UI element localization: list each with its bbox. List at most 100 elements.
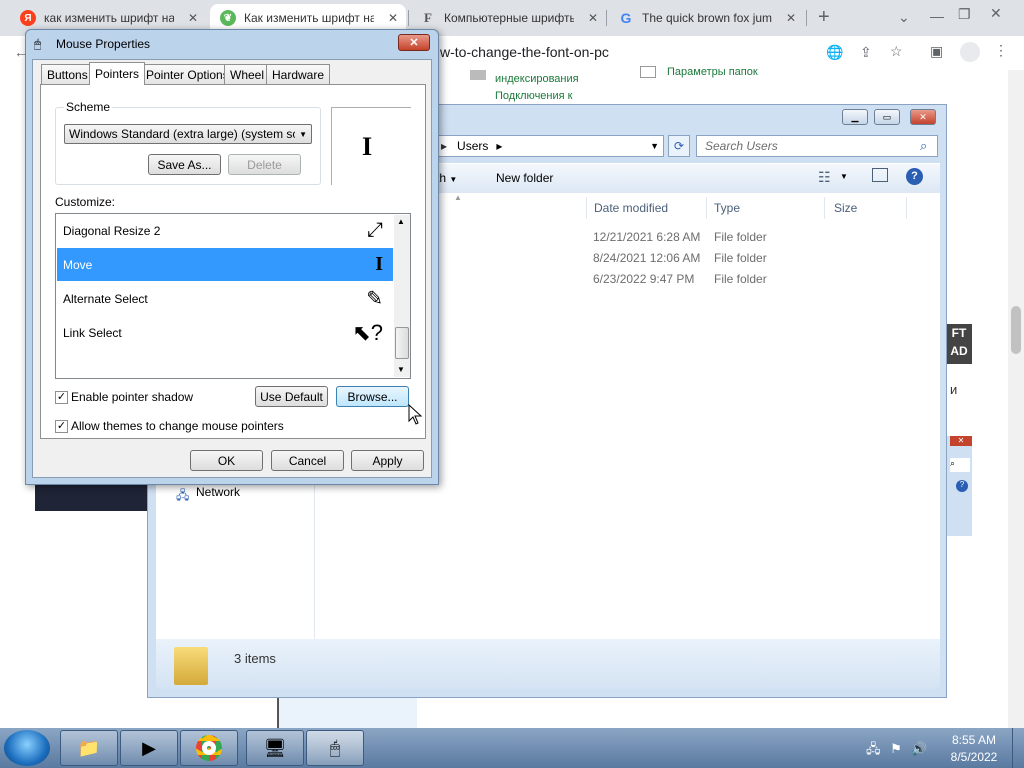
row-3-date[interactable]: 6/23/2022 9:47 PM [593,272,694,286]
restore-icon[interactable]: ❐ [958,6,971,23]
help-icon[interactable]: ? [906,168,923,185]
taskbar-explorer-button[interactable]: 📁 [60,730,118,766]
tab-pointers[interactable]: Pointers [89,62,146,85]
list-scrollbar[interactable]: ▲ ▼ [394,215,410,377]
bookmark-star-icon[interactable]: ☆ [890,43,903,60]
nav-network[interactable]: Network [196,485,240,499]
pointer-row-diagonal-resize-2[interactable]: Diagonal Resize 2 ⤢ [57,214,393,247]
page-link-connections[interactable]: Подключения к [495,90,572,102]
scheme-select[interactable]: Windows Standard (extra large) (system s… [64,124,312,144]
view-dropdown-icon[interactable]: ▼ [840,172,848,181]
tab-buttons[interactable]: Buttons [41,64,94,84]
column-size[interactable]: Size [834,201,857,215]
search-icon[interactable]: ⌕ [920,138,927,154]
page-link-folder-options[interactable]: Параметры папок [667,66,758,78]
explorer-close-button[interactable]: ✕ [910,109,936,125]
delete-button[interactable]: Delete [228,154,301,175]
preview-pane-icon[interactable] [872,168,888,182]
pointer-row-move[interactable]: Move I [57,248,393,281]
scroll-down-icon[interactable]: ▼ [397,365,405,374]
browser-tab-4[interactable]: G The quick brown fox jum ✕ [608,4,804,32]
explorer-maximize-button[interactable]: ▭ [874,109,900,125]
indexing-icon [470,70,486,80]
clock[interactable]: 8:55 AM 8/5/2022 [944,732,1004,766]
taskbar-mouse-button[interactable]: 🖱 [306,730,364,766]
column-divider[interactable] [586,197,587,219]
folder-icon [174,647,208,685]
column-date-modified[interactable]: Date modified [594,201,668,215]
column-divider[interactable] [824,197,825,219]
browser-tab-1[interactable]: Я как изменить шрифт на ✕ [10,4,206,32]
share-icon[interactable]: ⇪ [860,44,872,61]
apply-button[interactable]: Apply [351,450,424,471]
page-scrollbar[interactable] [1008,70,1024,730]
allow-themes-checkbox[interactable]: ✓ [55,420,68,433]
sort-indicator-icon: ▲ [454,193,462,202]
network-icon: 🖧 [176,488,190,502]
ok-button[interactable]: OK [190,450,263,471]
browser-tab-2[interactable]: ❦ Как изменить шрифт на ✕ [210,4,406,32]
taskbar-chrome-button[interactable] [180,730,238,766]
close-icon[interactable]: ✕ [990,5,1002,22]
view-options-icon[interactable]: ☷ [818,169,831,186]
explorer-address-bar[interactable]: ▸ Users ▸ ▼ [436,135,664,157]
show-desktop-button[interactable] [1012,728,1024,768]
row-2-type[interactable]: File folder [714,251,767,265]
pointer-row-link-select[interactable]: Link Select ⬉? [57,316,393,349]
browser-tab-3[interactable]: F Компьютерные шрифты ✕ [410,4,606,32]
pointer-customize-list[interactable]: Diagonal Resize 2 ⤢ Move I Alternate Sel… [55,213,411,379]
scroll-up-icon[interactable]: ▲ [397,217,405,226]
url-text[interactable]: w-to-change-the-font-on-pc [440,44,609,60]
tab-close-icon[interactable]: ✕ [588,11,598,25]
volume-icon[interactable]: 🔊 [911,741,927,756]
side-panel-icon[interactable]: ▣ [930,43,943,60]
scheme-label: Scheme [64,100,113,114]
new-tab-button[interactable]: + [818,6,830,29]
row-1-type[interactable]: File folder [714,230,767,244]
use-default-button[interactable]: Use Default [255,386,328,407]
menu-kebab-icon[interactable]: ⋮ [994,42,1008,59]
start-button[interactable] [4,730,50,766]
row-3-type[interactable]: File folder [714,272,767,286]
cancel-button[interactable]: Cancel [271,450,344,471]
tab-close-icon[interactable]: ✕ [188,11,198,25]
column-divider[interactable] [906,197,907,219]
enable-shadow-checkbox[interactable]: ✓ [55,391,68,404]
tab-pointer-options[interactable]: Pointer Options [140,64,235,84]
taskbar-control-panel-button[interactable]: 🖥 [246,730,304,766]
allow-themes-label[interactable]: Allow themes to change mouse pointers [71,419,284,433]
column-type[interactable]: Type [714,201,740,215]
column-divider[interactable] [706,197,707,219]
new-folder-button[interactable]: New folder [496,171,553,185]
taskbar-media-player-button[interactable]: ▶ [120,730,178,766]
tab-close-icon[interactable]: ✕ [388,11,398,25]
scrollbar-thumb[interactable] [1011,306,1021,354]
list-scrollbar-thumb[interactable] [395,327,409,359]
row-1-date[interactable]: 12/21/2021 6:28 AM [593,230,700,244]
breadcrumb-users[interactable]: Users [457,139,488,153]
tab-hardware[interactable]: Hardware [266,64,331,84]
network-tray-icon[interactable]: 🖧 [866,741,881,756]
action-center-icon[interactable]: ⚑ [890,741,902,756]
pointer-row-alternate-select[interactable]: Alternate Select ✎ [57,282,393,315]
mouse-properties-dialog: 🖱 Mouse Properties ✕ Buttons Pointers Po… [25,29,439,485]
refresh-icon[interactable]: ⟳ [668,135,690,157]
breadcrumb-arrow-icon[interactable]: ▸ [496,139,502,153]
tab-close-icon[interactable]: ✕ [786,11,796,25]
page-link-indexing[interactable]: индексирования [495,73,579,85]
share-with-menu[interactable]: th ▼ [436,171,457,185]
tab-search-icon[interactable]: ⌄ [898,9,910,26]
browse-button[interactable]: Browse... [336,386,409,407]
explorer-minimize-button[interactable]: ▁ [842,109,868,125]
minimize-icon[interactable]: — [930,8,944,24]
enable-shadow-label[interactable]: Enable pointer shadow [71,390,193,404]
save-as-button[interactable]: Save As... [148,154,221,175]
explorer-search-input[interactable]: Search Users [696,135,938,157]
dialog-close-button[interactable]: ✕ [398,34,430,51]
profile-avatar[interactable] [960,42,980,62]
tab-wheel[interactable]: Wheel [224,64,271,84]
nav-pane-divider[interactable] [314,485,315,639]
translate-icon[interactable]: 🌐 [826,44,843,61]
address-dropdown-icon[interactable]: ▼ [650,141,659,151]
row-2-date[interactable]: 8/24/2021 12:06 AM [593,251,700,265]
